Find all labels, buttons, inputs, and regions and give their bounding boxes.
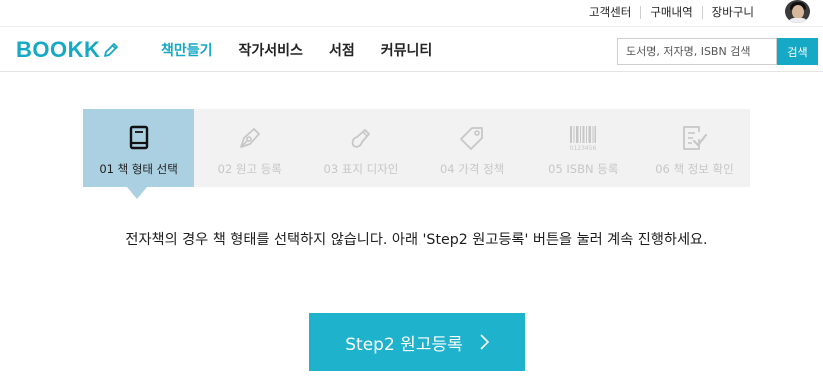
main-nav: 책만들기 작가서비스 서점 커뮤니티: [148, 27, 445, 73]
step-3-cover-design[interactable]: 03 표지 디자인: [305, 109, 416, 187]
avatar-shirt: [788, 18, 808, 23]
avatar-face: [792, 5, 804, 19]
price-tag-icon: [457, 123, 487, 153]
step-label: 03 표지 디자인: [323, 162, 399, 176]
utility-links: 고객센터 구매내역 장바구니: [580, 0, 763, 25]
step-6-book-info[interactable]: 06 책 정보 확인: [639, 109, 750, 187]
nav-community[interactable]: 커뮤니티: [368, 40, 446, 60]
step-2-manuscript[interactable]: 02 원고 등록: [194, 109, 305, 187]
nav-author-services[interactable]: 작가서비스: [226, 40, 316, 60]
nav-bookstore[interactable]: 서점: [316, 40, 368, 60]
step-label: 02 원고 등록: [217, 162, 282, 176]
chevron-right-icon: [480, 334, 489, 350]
barcode-icon: 0123456: [568, 123, 598, 153]
next-step-label: Step2 원고등록: [345, 334, 463, 355]
pencil-icon: [104, 43, 119, 57]
cart-link[interactable]: 장바구니: [703, 6, 763, 19]
search-button[interactable]: 검색: [777, 38, 818, 65]
step-label: 04 가격 정책: [439, 162, 505, 176]
customer-center-link[interactable]: 고객센터: [580, 6, 640, 19]
avatar[interactable]: [785, 0, 810, 23]
step-5-isbn[interactable]: 0123456 05 ISBN 등록: [528, 109, 639, 187]
nav-make-book[interactable]: 책만들기: [148, 40, 226, 60]
logo[interactable]: BOOKK: [16, 37, 120, 63]
barcode-digits: 0123456: [570, 145, 597, 152]
purchase-history-link[interactable]: 구매내역: [641, 6, 701, 19]
book-icon: [124, 123, 154, 153]
utility-bar: 고객센터 구매내역 장바구니: [0, 0, 823, 25]
active-step-pointer: [127, 187, 147, 199]
step-label: 01 책 형태 선택: [99, 162, 178, 176]
step-4-pricing[interactable]: 04 가격 정책: [417, 109, 528, 187]
step-1-book-type[interactable]: 01 책 형태 선택: [83, 109, 195, 187]
pen-nib-icon: [235, 123, 265, 153]
checklist-icon: [679, 123, 709, 153]
step-label: 06 책 정보 확인: [655, 162, 734, 176]
site-header: BOOKK 책만들기 작가서비스 서점 커뮤니티 검색: [0, 26, 823, 72]
search-input[interactable]: [617, 38, 777, 65]
brush-icon: [346, 123, 376, 153]
step-tabs: 01 책 형태 선택 02 원고 등록 03 표지 디자인 04 가격 정책 0…: [83, 109, 750, 187]
ebook-notice: 전자책의 경우 책 형태를 선택하지 않습니다. 아래 'Step2 원고등록'…: [125, 232, 708, 248]
step-label: 05 ISBN 등록: [548, 162, 619, 176]
next-step-button[interactable]: Step2 원고등록: [309, 313, 525, 371]
logo-text: BOOKK: [16, 37, 101, 62]
